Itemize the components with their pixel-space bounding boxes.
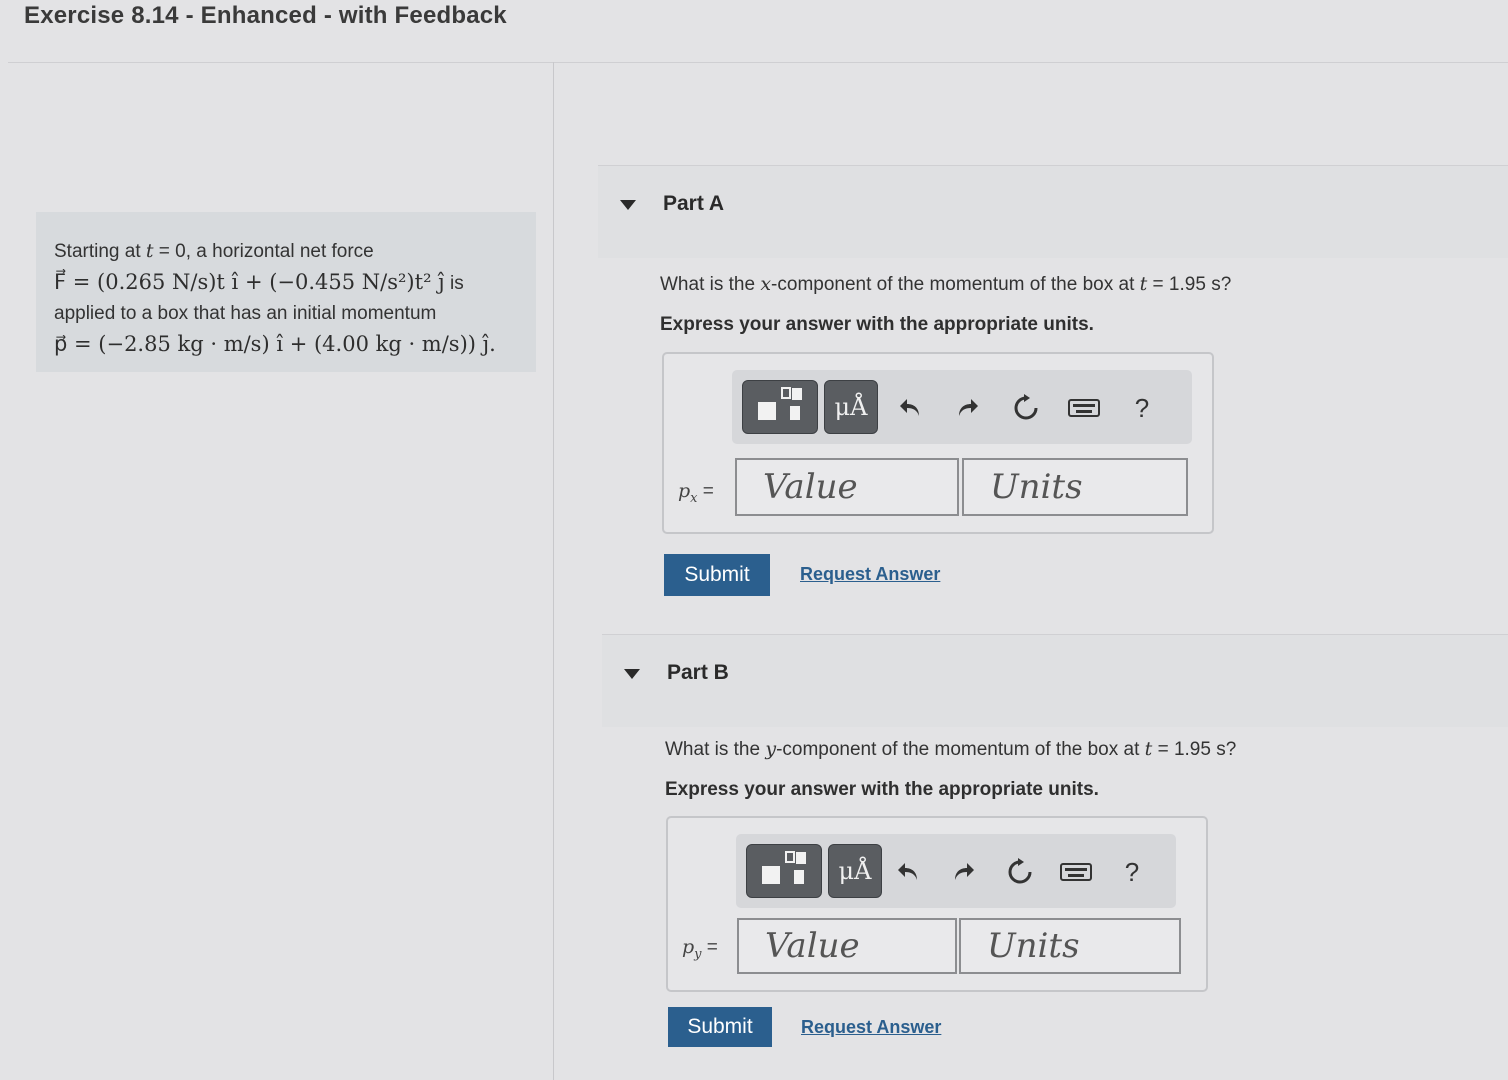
problem-line-2: F⃗ = (0.265 N/s)t î + (−0.455 N/s²)t² ĵ … [54, 270, 464, 294]
request-answer-link[interactable]: Request Answer [800, 564, 940, 585]
keyboard-icon[interactable] [1056, 852, 1096, 892]
part-a-header[interactable]: Part A [598, 165, 1508, 258]
page-title: Exercise 8.14 - Enhanced - with Feedback [24, 2, 507, 29]
units-button[interactable]: μÅ [828, 844, 882, 898]
collapse-triangle-icon[interactable] [624, 669, 640, 679]
momentum-equation: p⃗ = (−2.85 kg · m/s) î + (4.00 kg · m/s… [54, 332, 496, 356]
templates-icon [760, 850, 808, 893]
units-input[interactable] [959, 918, 1181, 974]
undo-icon[interactable] [890, 388, 930, 428]
problem-line-1: Starting at t = 0, a horizontal net forc… [54, 240, 374, 262]
part-a-instruction: Express your answer with the appropriate… [660, 314, 1094, 335]
problem-line-3: applied to a box that has an initial mom… [54, 303, 437, 324]
part-b-question: What is the y-component of the momentum … [665, 738, 1237, 760]
submit-button[interactable]: Submit [664, 554, 770, 596]
request-answer-link[interactable]: Request Answer [801, 1017, 941, 1038]
help-button[interactable]: ? [1122, 388, 1162, 428]
reset-icon[interactable] [1006, 388, 1046, 428]
value-input[interactable] [735, 458, 959, 516]
value-input[interactable] [737, 918, 957, 974]
units-input[interactable] [962, 458, 1188, 516]
force-equation: F⃗ = (0.265 N/s)t î + (−0.455 N/s²)t² ĵ [54, 270, 445, 294]
math-toolbar: μÅ ? [736, 834, 1176, 908]
part-a-question: What is the x-component of the momentum … [660, 273, 1232, 295]
redo-icon[interactable] [948, 388, 988, 428]
keyboard-icon[interactable] [1064, 388, 1104, 428]
help-button[interactable]: ? [1112, 852, 1152, 892]
part-a-label: Part A [663, 192, 725, 215]
problem-statement: Starting at t = 0, a horizontal net forc… [36, 212, 536, 372]
templates-icon [756, 386, 804, 429]
part-a-answer-box: μÅ ? px = [662, 352, 1214, 534]
problem-line-4: p⃗ = (−2.85 kg · m/s) î + (4.00 kg · m/s… [54, 329, 518, 361]
units-button[interactable]: μÅ [824, 380, 878, 434]
part-b-instruction: Express your answer with the appropriate… [665, 779, 1099, 800]
math-toolbar: μÅ ? [732, 370, 1192, 444]
column-divider [553, 62, 554, 1080]
part-b-label: Part B [667, 661, 729, 684]
part-b-header[interactable]: Part B [602, 634, 1508, 727]
undo-icon[interactable] [888, 852, 928, 892]
redo-icon[interactable] [944, 852, 984, 892]
variable-label: py = [682, 936, 718, 962]
templates-button[interactable] [746, 844, 822, 898]
part-b-answer-box: μÅ ? py = [666, 816, 1208, 992]
collapse-triangle-icon[interactable] [620, 200, 636, 210]
header-divider [8, 62, 1508, 63]
reset-icon[interactable] [1000, 852, 1040, 892]
templates-button[interactable] [742, 380, 818, 434]
variable-label: px = [678, 480, 714, 506]
submit-button[interactable]: Submit [668, 1007, 772, 1047]
